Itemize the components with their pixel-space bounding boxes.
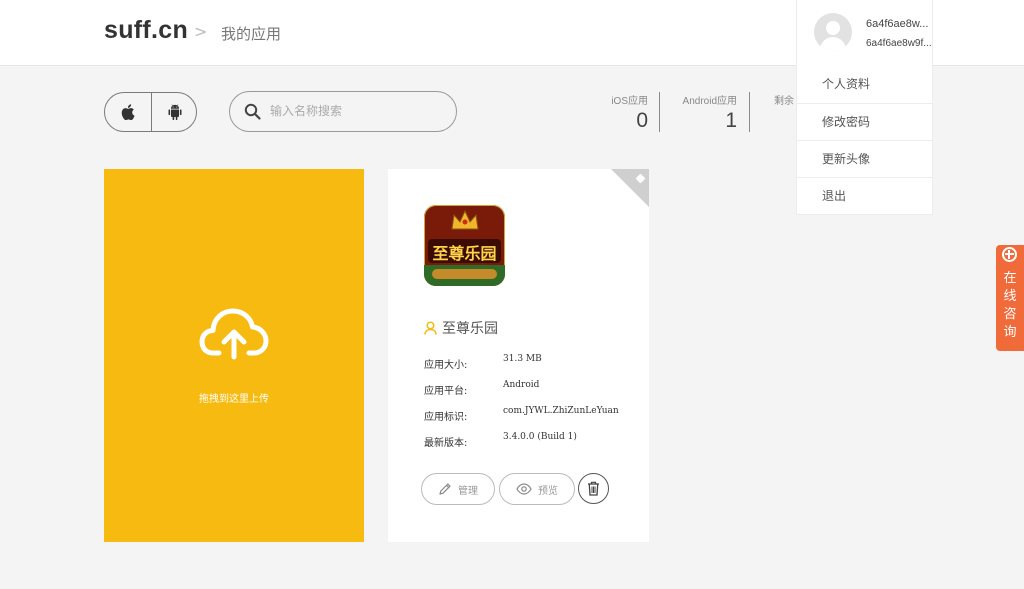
info-key: 应用标识:	[424, 412, 468, 423]
manage-label: 管理	[458, 485, 478, 497]
android-icon	[168, 104, 181, 120]
pencil-icon	[439, 483, 451, 495]
app-name-row: 至尊乐园	[424, 318, 498, 338]
stat-android: Android应用 1	[660, 92, 750, 132]
trash-icon	[588, 481, 599, 496]
app-icon-title: 至尊乐园	[432, 244, 497, 263]
user-menu-trigger[interactable]: 6a4f6ae8w... 6a4f6ae8w9f...	[796, 0, 933, 66]
consult-label: 在线咨询	[1003, 271, 1017, 340]
stat-ios: iOS应用 0	[596, 92, 660, 132]
online-consult-tab[interactable]: 在线咨询	[996, 245, 1024, 351]
filter-ios-button[interactable]	[105, 93, 151, 131]
card-corner-tag	[611, 169, 649, 207]
stat-remaining-label: 剩余	[774, 96, 794, 107]
app-name: 至尊乐园	[442, 321, 498, 337]
plus-circle-icon	[1002, 247, 1017, 262]
crown-icon	[451, 209, 479, 230]
search-box	[229, 91, 457, 132]
app-card: 至尊乐园 至尊乐园 应用大小: 31.3 MB 应用平台: Android 应用…	[388, 169, 649, 542]
manage-button[interactable]: 管理	[421, 473, 495, 505]
preview-label: 预览	[538, 485, 558, 497]
stat-ios-value: 0	[636, 109, 648, 132]
cloud-upload-icon	[199, 308, 269, 360]
info-key: 应用平台:	[424, 386, 468, 397]
menu-item-logout[interactable]: 退出	[797, 177, 932, 214]
site-logo[interactable]: suff.cn	[104, 16, 188, 45]
info-value: 31.3 MB	[503, 354, 542, 364]
filter-android-button[interactable]	[151, 93, 197, 131]
avatar-body-icon	[820, 37, 846, 51]
preview-button[interactable]: 预览	[499, 473, 575, 505]
avatar-head-icon	[826, 21, 840, 35]
info-key: 应用大小:	[424, 360, 468, 371]
menu-item-update-avatar[interactable]: 更新头像	[797, 140, 932, 177]
avatar[interactable]	[814, 13, 852, 51]
info-value: Android	[503, 380, 540, 390]
upload-dropzone[interactable]: 拖拽到这里上传	[104, 169, 364, 542]
stat-ios-label: iOS应用	[611, 96, 648, 107]
delete-button[interactable]	[578, 473, 609, 504]
eye-icon	[516, 483, 532, 495]
breadcrumb-separator: >	[194, 22, 208, 41]
stat-android-value: 1	[725, 109, 737, 132]
user-dropdown-menu: 个人资料 修改密码 更新头像 退出	[796, 66, 933, 215]
info-value: com.JYWL.ZhiZunLeYuan	[503, 406, 619, 416]
platform-filter	[104, 92, 197, 132]
icon-coins	[432, 269, 497, 279]
upload-hint: 拖拽到这里上传	[199, 394, 269, 405]
user-name: 6a4f6ae8w...	[866, 18, 929, 30]
stat-remaining: 剩余	[774, 92, 796, 132]
app-icon[interactable]: 至尊乐园	[424, 205, 505, 286]
search-icon	[244, 103, 261, 120]
breadcrumb-current: 我的应用	[221, 25, 282, 43]
user-id: 6a4f6ae8w9f...	[866, 38, 932, 49]
menu-item-profile[interactable]: 个人资料	[797, 66, 932, 103]
info-value: 3.4.0.0 (Build 1)	[503, 432, 577, 442]
stat-android-label: Android应用	[682, 96, 737, 107]
user-icon	[424, 321, 437, 335]
info-key: 最新版本:	[424, 438, 468, 449]
apple-icon	[121, 104, 135, 120]
menu-item-change-password[interactable]: 修改密码	[797, 103, 932, 140]
search-input[interactable]	[270, 100, 445, 122]
